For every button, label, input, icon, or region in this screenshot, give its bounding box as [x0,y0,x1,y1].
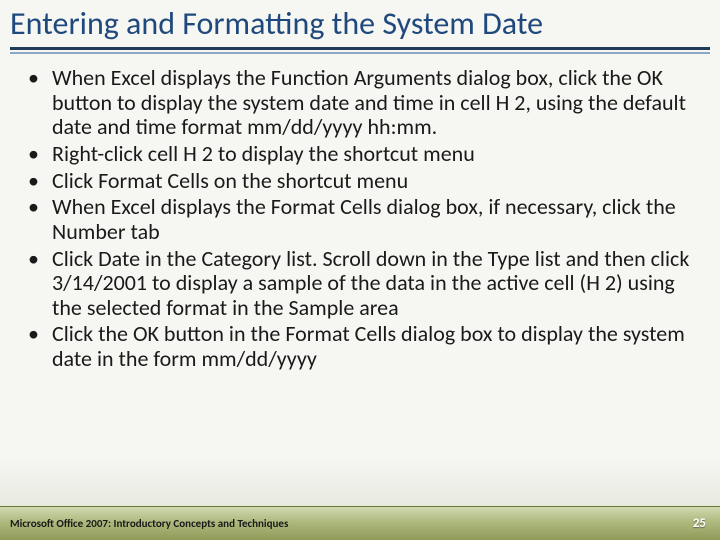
bullet-item: Click Format Cells on the shortcut menu [40,169,698,194]
bullet-item: Right-click cell H 2 to display the shor… [40,142,698,167]
bullet-item: Click Date in the Category list. Scroll … [40,247,698,321]
bullet-item: When Excel displays the Function Argumen… [40,66,698,140]
slide: Entering and Formatting the System Date … [0,0,720,540]
bullet-item: Click the OK button in the Format Cells … [40,322,698,371]
title-area: Entering and Formatting the System Date [0,0,720,41]
page-number: 25 [693,516,706,531]
slide-title: Entering and Formatting the System Date [10,6,710,41]
footer-bar: Microsoft Office 2007: Introductory Conc… [0,506,720,540]
bullet-item: When Excel displays the Format Cells dia… [40,195,698,244]
bullet-list: When Excel displays the Function Argumen… [22,66,698,372]
title-rule-dark [10,47,710,50]
footer-gradient [0,460,720,506]
content-area: When Excel displays the Function Argumen… [0,54,720,372]
footer-text: Microsoft Office 2007: Introductory Conc… [10,517,288,530]
